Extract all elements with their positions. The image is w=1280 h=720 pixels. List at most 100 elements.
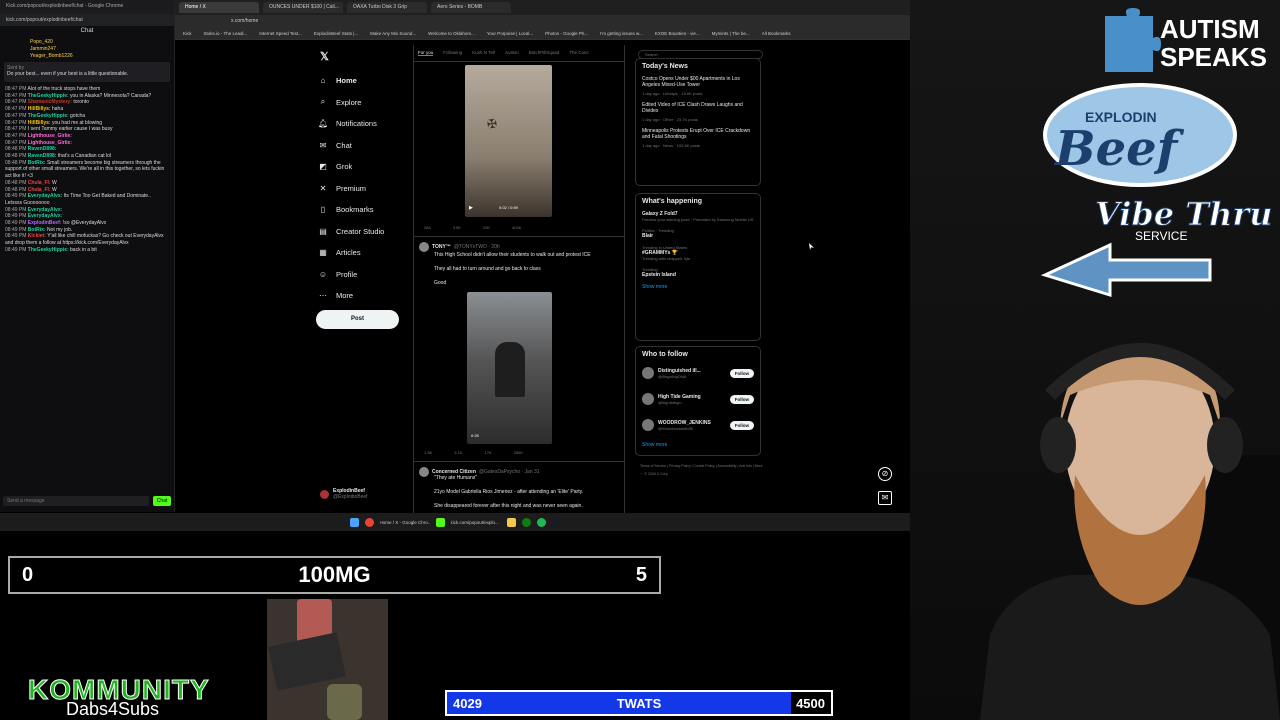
browser-tab-1[interactable]: Home / X	[179, 2, 259, 13]
steam-icon[interactable]	[551, 517, 561, 527]
follow-button[interactable]: Follow	[729, 420, 754, 430]
bookmark-item[interactable]: Photos - Google Ph...	[545, 31, 588, 36]
chat-url-bar[interactable]: kick.com/popout/explodinbeef/chat	[0, 14, 174, 26]
trend-item[interactable]: Politics · Trending Blair	[642, 228, 754, 239]
message-username[interactable]: TheGeekyHippie:	[28, 247, 70, 253]
account-switcher[interactable]: ExplodinBeef @ExplodinBeef	[320, 488, 368, 500]
chat-message[interactable]: 08:47 PM TheGeekyHippie: you in Alaska? …	[0, 93, 174, 100]
chat-message[interactable]: 08:49 PM BotRix: Not my job.	[0, 227, 174, 234]
news-item[interactable]: Costco Opens Under $00 Apartments in Los…	[642, 76, 754, 96]
chat-message[interactable]: 08:48 PM RavenD898:	[0, 146, 174, 153]
message-username[interactable]: ShamanicMystery:	[28, 99, 74, 105]
chat-message-list[interactable]: 08:47 PM Alot of the truck stops have th…	[0, 86, 174, 254]
chat-message[interactable]: 08:47 PM HillBillys: you had me at blowi…	[0, 120, 174, 127]
bookmark-item[interactable]: Internet Speed Test...	[259, 31, 302, 36]
who-to-follow-item[interactable]: High Tide Gaming @hightidegm Follow	[642, 390, 754, 408]
message-username[interactable]: EverydayAlvx:	[28, 213, 62, 219]
message-username[interactable]: Lighthouse_Girlie:	[28, 140, 72, 146]
browser-tab-4[interactable]: Aero Series - BOMB	[431, 2, 511, 13]
message-username[interactable]: Chula_Fl:	[28, 180, 52, 186]
taskbar-item-kick[interactable]: kick.com/popout/explo...	[451, 520, 501, 525]
kick-icon[interactable]	[435, 517, 445, 527]
message-username[interactable]: TheGeekyHippie:	[28, 93, 70, 99]
news-item[interactable]: Minneapolis Protests Erupt Over ICE Crac…	[642, 128, 754, 148]
chat-message[interactable]: 08:47 PM Lighthouse_Girlie:	[0, 140, 174, 147]
message-username[interactable]: ExplodinBeef:	[28, 220, 63, 226]
message-username[interactable]: BotRix:	[28, 160, 47, 166]
browser-tab-2[interactable]: OUNCES UNDER $100 | Cali...	[263, 2, 343, 13]
like-count[interactable]: 17K	[484, 450, 491, 455]
message-username[interactable]: BotRix:	[28, 227, 47, 233]
bookmark-item[interactable]: I'm getting issues w...	[600, 31, 643, 36]
chat-message[interactable]: 08:49 PM EverydayAlvx: Its Time Too Get …	[0, 193, 174, 206]
taskbar-item-x[interactable]: Home / X - Google Chro...	[380, 520, 430, 525]
x-logo-icon[interactable]: 𝕏	[320, 50, 329, 63]
chat-message[interactable]: 08:47 PM Lighthouse_Girlie:	[0, 133, 174, 140]
bookmark-item[interactable]: Mymints | The be...	[712, 31, 750, 36]
folder-icon[interactable]	[506, 517, 516, 527]
feed-tab[interactable]: BotchPillSquad	[529, 50, 560, 56]
timeline-feed[interactable]: For you Following Kush N Tell Autism BotchPi…	[413, 45, 625, 513]
reply-count[interactable]: 284	[424, 225, 431, 230]
bookmark-item[interactable]: Make Any Mix Sound...	[370, 31, 416, 36]
repost-count[interactable]: 3.5K	[453, 225, 461, 230]
nav-item-creator-studio[interactable]: ▤ Creator Studio	[318, 221, 418, 243]
feed-tab[interactable]: Autism	[505, 50, 519, 56]
browser-tab-3[interactable]: OAXA Turbo Disk 3 Grip	[347, 2, 427, 13]
feed-tab[interactable]: The Conc	[569, 50, 589, 56]
bookmark-item[interactable]: KXOE Bounties - vie...	[655, 31, 700, 36]
chat-message[interactable]: 08:47 PM HillBillys: haha	[0, 106, 174, 113]
who-to-follow-item[interactable]: Distinguished ill... @IllegalInyDNA Follow	[642, 364, 754, 382]
xbox-icon[interactable]	[521, 517, 531, 527]
bookmark-item[interactable]: All Bookmarks	[762, 31, 791, 36]
play-icon[interactable]: ▶	[469, 205, 473, 211]
view-count[interactable]: 250K	[514, 450, 523, 455]
message-username[interactable]: HillBillys:	[28, 106, 52, 112]
nav-item-articles[interactable]: ▦ Articles	[318, 242, 418, 264]
address-bar[interactable]: x.com/home	[175, 15, 910, 28]
nav-item-premium[interactable]: ✕ Premium	[318, 178, 418, 200]
trend-item[interactable]: Trending Epstein Island	[642, 267, 754, 278]
feed-tab[interactable]: Following	[443, 50, 462, 56]
view-count[interactable]: 404K	[512, 225, 521, 230]
bookmark-item[interactable]: Your Porpoise | Local...	[487, 31, 533, 36]
chat-message[interactable]: 08:47 PM I sent Tammy earlier cause I wa…	[0, 126, 174, 133]
message-username[interactable]: Kickiet:	[28, 233, 47, 239]
spotify-icon[interactable]	[536, 517, 546, 527]
show-more-link[interactable]: Show more	[642, 442, 754, 448]
trend-item[interactable]: Galaxy Z Fold7 Preview your winning pose …	[642, 211, 754, 222]
chrome-icon[interactable]	[364, 517, 374, 527]
message-username[interactable]: EverydayAlvx:	[28, 193, 64, 199]
message-username[interactable]: Chula_Fl:	[28, 187, 52, 193]
message-username[interactable]: RavenD898:	[28, 146, 57, 152]
message-username[interactable]: Lighthouse_Girlie:	[28, 133, 72, 139]
chat-message[interactable]: 08:47 PM Alot of the truck stops have th…	[0, 86, 174, 93]
x-footer-links[interactable]: Terms of Service | Privacy Policy | Cook…	[640, 462, 765, 478]
chat-message[interactable]: 08:49 PM TheGeekyHippie: back in a bit	[0, 247, 174, 254]
message-username[interactable]: RavenD898:	[28, 153, 58, 159]
nav-item-grok[interactable]: ◩ Grok	[318, 156, 418, 178]
follow-button[interactable]: Follow	[729, 394, 754, 404]
bookmark-item[interactable]: Stoks.io - The Leadi...	[204, 31, 248, 36]
chat-message[interactable]: 08:48 PM Chula_Fl: W	[0, 187, 174, 194]
chat-message[interactable]: 08:47 PM TheGeekyHippie: gotcha	[0, 113, 174, 120]
chat-input[interactable]: Send a message	[3, 496, 149, 506]
nav-item-home[interactable]: ⌂ Home	[318, 70, 418, 92]
follow-button[interactable]: Follow	[729, 368, 754, 378]
chat-message[interactable]: 08:49 PM Kickiet: Y'all like chill mofuc…	[0, 233, 174, 246]
chat-message[interactable]: 08:47 PM ShamanicMystery: toronto	[0, 99, 174, 106]
tweet-video[interactable]: 0:25	[467, 292, 552, 444]
nav-item-chat[interactable]: ✉ Chat	[318, 135, 418, 157]
nav-item-bookmarks[interactable]: ▯ Bookmarks	[318, 199, 418, 221]
nav-item-notifications[interactable]: 🔔︎ Notifications	[318, 113, 418, 135]
message-username[interactable]: TheGeekyHippie:	[28, 113, 70, 119]
message-username[interactable]: EverydayAlvx:	[28, 207, 62, 213]
repost-count[interactable]: 3.1K	[454, 450, 462, 455]
message-username[interactable]: HillBillys:	[28, 120, 52, 126]
tweet-header[interactable]: TONY™ @TONYxTWO · 20h	[419, 242, 500, 252]
chat-message[interactable]: 08:49 PM ExplodinBeef: !so @EverydayAlvx	[0, 220, 174, 227]
chat-message[interactable]: 08:48 PM BotRix: Small streamers become …	[0, 160, 174, 180]
chat-message[interactable]: 08:49 PM EverydayAlvx:	[0, 207, 174, 214]
chat-message[interactable]: 08:48 PM Chula_Fl: W	[0, 180, 174, 187]
nav-item-profile[interactable]: ☺ Profile	[318, 264, 418, 286]
